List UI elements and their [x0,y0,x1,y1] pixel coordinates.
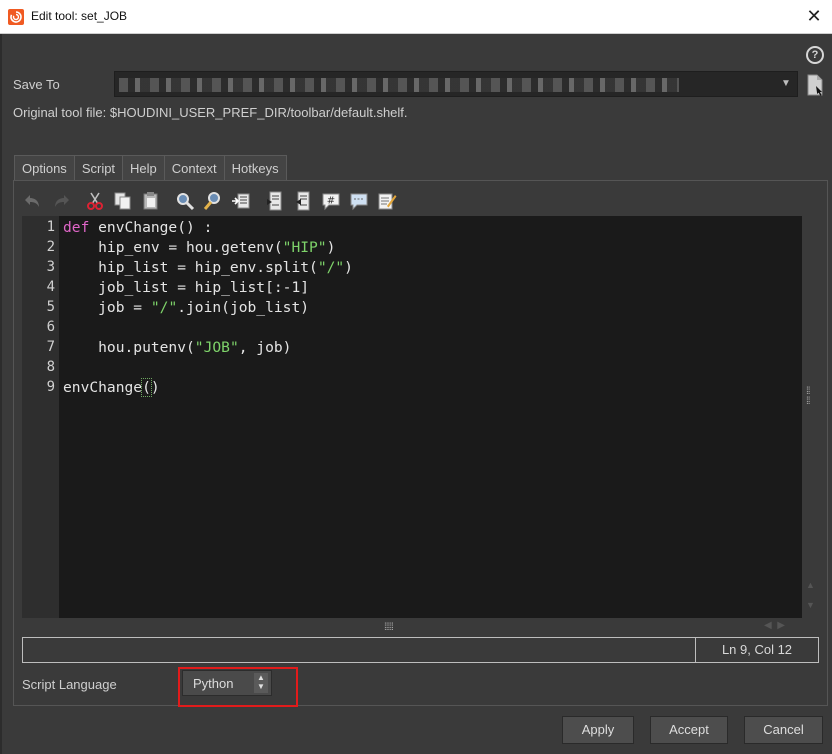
cursor-position: Ln 9, Col 12 [721,642,793,657]
window-edge [0,34,2,754]
tab-bar: Options Script Help Context Hotkeys [14,155,287,181]
line-number: 1 [46,219,55,235]
houdini-logo-icon [8,9,24,25]
code-line: hip_env = hou.getenv("HIP") [63,239,335,256]
copy-icon[interactable] [112,190,134,212]
code-text: envChange [63,379,143,396]
line-number: 8 [46,359,55,375]
unindent-icon[interactable] [292,190,314,212]
scroll-left-right-icon[interactable]: ◀ ▶ [764,620,785,631]
goto-line-icon[interactable] [230,190,252,212]
code-line: def envChange() : [63,219,212,236]
scroll-grip-icon[interactable]: ⁞⁞ ⁞⁞ [806,387,810,407]
spinner-arrows-icon[interactable]: ▲ ▼ [254,673,268,693]
original-tool-file: Original tool file: $HOUDINI_USER_PREF_D… [13,105,408,120]
code-keyword: def [63,219,90,236]
line-number: 6 [46,319,55,335]
code-line: hip_list = hip_env.split("/") [63,259,353,276]
code-string: "JOB" [194,339,239,356]
code-text: , job) [238,339,292,356]
horizontal-scrollbar[interactable]: ⁞⁞⁞⁞⁞ ◀ ▶ [22,618,802,636]
line-number: 4 [46,279,55,295]
save-to-combo[interactable]: ▼ [114,71,798,97]
tab-hotkeys[interactable]: Hotkeys [223,155,287,180]
tab-script[interactable]: Script [73,155,124,181]
editor-status-bar: Ln 9, Col 12 [22,637,819,663]
undo-icon[interactable] [22,190,44,212]
vertical-scrollbar[interactable]: ⁞⁞ ⁞⁞ ▲ ▼ [802,216,819,618]
script-language-label: Script Language [22,677,117,692]
scroll-grip-icon[interactable]: ⁞⁞⁞⁞⁞ [384,622,394,633]
uncomment-icon[interactable] [348,190,370,212]
apply-button[interactable]: Apply [562,716,634,744]
svg-text:#: # [327,196,335,207]
title-bar: Edit tool: set_JOB ✕ [0,0,832,34]
code-text: hip_env = hou.getenv( [63,239,283,256]
indent-icon[interactable] [264,190,286,212]
editor-toolbar: # [22,186,404,216]
edit-external-icon[interactable] [376,190,398,212]
file-chooser-icon[interactable] [806,74,824,96]
cancel-button[interactable]: Cancel [744,716,823,744]
redacted-path [119,78,679,92]
code-text: hou.putenv( [63,339,195,356]
code-text: job = [63,299,151,316]
redo-icon[interactable] [50,190,72,212]
line-number: 5 [46,299,55,315]
script-language-value: Python [193,676,234,691]
find-icon[interactable] [174,190,196,212]
code-string: "/" [150,299,178,316]
line-number: 3 [46,259,55,275]
code-text: envChange() : [89,219,213,236]
window-title: Edit tool: set_JOB [31,9,128,23]
line-number: 7 [46,339,55,355]
code-string: "/" [317,259,345,276]
help-button[interactable]: ? [806,46,824,64]
code-line: hou.putenv("JOB", job) [63,339,291,356]
original-tool-file-path: $HOUDINI_USER_PREF_DIR/toolbar/default.s… [109,105,408,120]
code-text: ( [141,378,152,397]
line-number: 2 [46,239,55,255]
comment-icon[interactable]: # [320,190,342,212]
code-line: job = "/".join(job_list) [63,299,309,316]
tab-context[interactable]: Context [163,155,225,180]
code-text: ) [326,239,336,256]
code-editor[interactable]: 1 2 3 4 5 6 7 8 9 def envChange() : hip_… [22,216,802,618]
line-number: 9 [46,379,55,395]
code-line: envChange() [63,378,160,397]
find-replace-icon[interactable] [202,190,224,212]
line-number-gutter: 1 2 3 4 5 6 7 8 9 [22,216,59,618]
code-text: hip_list = hip_env.split( [63,259,318,276]
accept-button[interactable]: Accept [650,716,728,744]
code-line: job_list = hip_list[:-1] [63,279,309,296]
scroll-up-icon[interactable]: ▲ [806,580,815,590]
script-language-select[interactable]: Python ▲ ▼ [182,670,272,696]
save-to-label: Save To [13,77,60,92]
code-text: ) [150,379,160,396]
original-tool-file-label: Original tool file: [13,105,107,120]
code-text: .join(job_list) [177,299,310,316]
tab-options[interactable]: Options [14,155,75,180]
code-text: job_list = hip_list[:-1] [63,279,310,296]
tab-help[interactable]: Help [122,155,165,180]
close-window-button[interactable]: ✕ [802,4,826,28]
code-text: ) [344,259,353,276]
code-string: "HIP" [282,239,327,256]
paste-icon[interactable] [140,190,162,212]
cut-icon[interactable] [84,190,106,212]
scroll-down-icon[interactable]: ▼ [806,600,815,610]
dropdown-arrow-icon[interactable]: ▼ [779,76,793,92]
